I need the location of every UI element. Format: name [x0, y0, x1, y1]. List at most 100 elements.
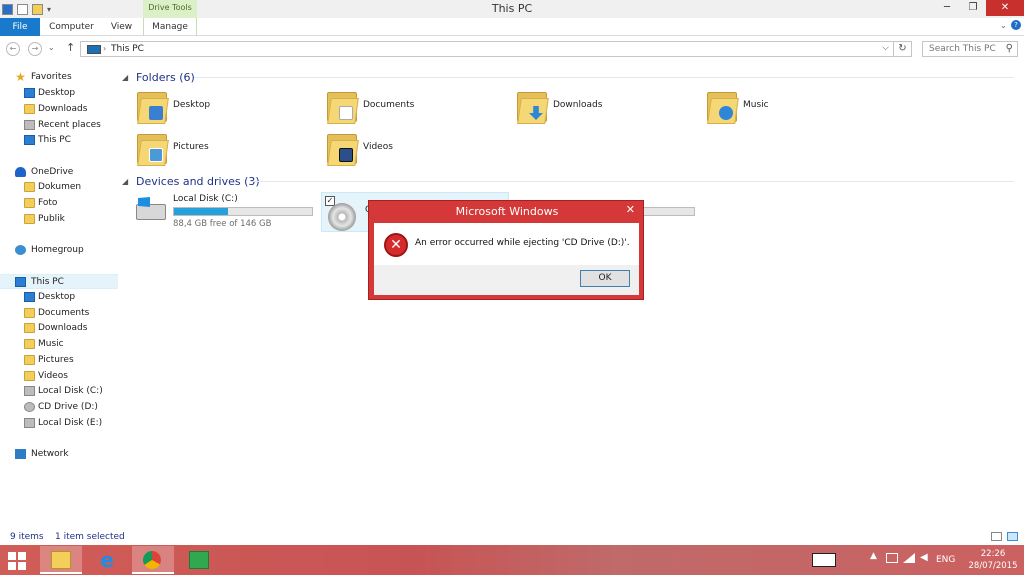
onedrive-cloud-icon	[15, 167, 26, 177]
nav-thispc[interactable]: This PC	[0, 274, 118, 289]
folder-music[interactable]: Music	[705, 88, 885, 128]
search-input[interactable]: Search This PC ⚲	[922, 41, 1018, 57]
start-button[interactable]	[8, 552, 26, 570]
address-field[interactable]: › This PC ⌵	[80, 41, 894, 57]
drive-c-free-space: 88,4 GB free of 146 GB	[173, 219, 272, 229]
nav-onedrive-dokumen[interactable]: Dokumen	[0, 180, 118, 195]
folder-downloads[interactable]: Downloads	[515, 88, 695, 128]
help-icon[interactable]: ?	[1011, 20, 1021, 30]
file-explorer-icon	[51, 551, 71, 569]
folder-desktop[interactable]: Desktop	[135, 88, 315, 128]
folder-documents[interactable]: Documents	[325, 88, 505, 128]
this-pc-icon	[87, 45, 101, 54]
internet-explorer-icon: e	[100, 548, 114, 572]
folder-videos[interactable]: Videos	[325, 130, 505, 170]
folder-icon	[24, 214, 35, 224]
new-folder-icon[interactable]	[32, 3, 43, 15]
nav-pc-videos[interactable]: Videos	[0, 369, 118, 384]
folder-icon	[24, 182, 35, 192]
forward-button[interactable]: →	[28, 42, 42, 56]
address-toolbar: ← → ⌄ ↑ › This PC ⌵ ↻ Search This PC ⚲	[0, 36, 1024, 61]
navigation-pane: ★ Favorites Desktop Downloads Recent plac…	[0, 61, 118, 529]
folder-pictures[interactable]: Pictures	[135, 130, 315, 170]
dialog-body: ✕ An error occurred while ejecting 'CD D…	[374, 223, 639, 295]
nav-pc-desktop[interactable]: Desktop	[0, 290, 118, 305]
chrome-icon	[143, 551, 161, 569]
ok-button[interactable]: OK	[580, 270, 630, 287]
drives-group-header[interactable]: ◢ Devices and drives (3)	[122, 174, 260, 188]
nav-pc-drive-d[interactable]: CD Drive (D:)	[0, 400, 118, 415]
volume-icon[interactable]: ◀	[920, 553, 932, 563]
nav-pc-documents[interactable]: Documents	[0, 306, 118, 321]
nav-fav-thispc[interactable]: This PC	[0, 133, 118, 148]
details-view-icon[interactable]	[991, 532, 1002, 541]
up-button[interactable]: ↑	[66, 41, 75, 54]
touch-keyboard-icon[interactable]	[812, 553, 836, 567]
show-hidden-icons-chevron-icon[interactable]: ▲	[870, 551, 877, 561]
tab-computer[interactable]: Computer	[44, 18, 99, 36]
input-language[interactable]: ENG	[936, 555, 955, 565]
cd-disc-icon	[328, 203, 356, 231]
nav-fav-recent[interactable]: Recent places	[0, 118, 118, 133]
hard-drive-icon	[24, 386, 35, 396]
tab-file[interactable]: File	[0, 18, 40, 36]
error-dialog: Microsoft Windows ✕ ✕ An error occurred …	[368, 200, 644, 300]
properties-icon[interactable]	[17, 3, 28, 15]
breadcrumb-chevron-icon[interactable]: ›	[103, 44, 106, 53]
recent-locations-chevron-icon[interactable]: ⌄	[48, 43, 55, 52]
nav-favorites[interactable]: ★ Favorites	[0, 70, 118, 85]
close-button[interactable]: ✕	[986, 0, 1024, 16]
refresh-button[interactable]: ↻	[894, 41, 912, 57]
folder-icon	[24, 198, 35, 208]
tab-view[interactable]: View	[104, 18, 139, 36]
folders-group-header[interactable]: ◢ Folders (6)	[122, 70, 195, 84]
nav-pc-drive-c[interactable]: Local Disk (C:)	[0, 384, 118, 399]
dialog-close-button[interactable]: ✕	[626, 201, 635, 221]
nav-onedrive-publik[interactable]: Publik	[0, 212, 118, 227]
nav-pc-pictures[interactable]: Pictures	[0, 353, 118, 368]
desktop-folder-icon	[135, 88, 169, 124]
minimize-button[interactable]: ─	[934, 0, 960, 16]
clock[interactable]: 22:26 28/07/2015	[966, 548, 1020, 572]
collapse-chevron-icon[interactable]: ◢	[122, 177, 136, 186]
tab-manage[interactable]: Manage	[143, 18, 197, 36]
taskbar-chrome[interactable]	[132, 546, 174, 574]
videos-folder-icon	[325, 130, 359, 166]
collapse-chevron-icon[interactable]: ◢	[122, 73, 136, 82]
taskbar-store[interactable]	[178, 546, 220, 574]
nav-pc-music[interactable]: Music	[0, 337, 118, 352]
pictures-icon	[24, 355, 35, 365]
taskbar-internet-explorer[interactable]: e	[86, 546, 128, 574]
large-icons-view-icon[interactable]	[1007, 532, 1018, 541]
recent-places-icon	[24, 120, 35, 130]
nav-network[interactable]: Network	[0, 447, 118, 462]
explorer-icon[interactable]	[2, 3, 13, 15]
dialog-message: An error occurred while ejecting 'CD Dri…	[415, 238, 630, 248]
search-icon: ⚲	[1005, 43, 1013, 54]
address-dropdown-icon[interactable]: ⌵	[882, 43, 889, 53]
customize-qat-chevron-icon[interactable]: ▾	[47, 5, 51, 14]
nav-homegroup[interactable]: Homegroup	[0, 243, 118, 258]
taskbar-file-explorer[interactable]	[40, 546, 82, 574]
videos-icon	[24, 371, 35, 381]
nav-onedrive-foto[interactable]: Foto	[0, 196, 118, 211]
back-button[interactable]: ←	[6, 42, 20, 56]
nav-fav-desktop[interactable]: Desktop	[0, 86, 118, 101]
desktop-icon	[24, 292, 35, 302]
search-placeholder: Search This PC	[929, 44, 996, 54]
nav-pc-downloads[interactable]: Downloads	[0, 321, 118, 336]
downloads-folder-icon	[515, 88, 549, 124]
action-center-flag-icon[interactable]	[886, 553, 898, 563]
nav-fav-downloads[interactable]: Downloads	[0, 102, 118, 117]
documents-folder-icon	[325, 88, 359, 124]
desktop-icon	[24, 88, 35, 98]
drive-c[interactable]: Local Disk (C:) 88,4 GB free of 146 GB	[134, 192, 324, 232]
expand-ribbon-icon[interactable]: ⌄	[1000, 21, 1007, 30]
nav-onedrive[interactable]: OneDrive	[0, 165, 118, 180]
quick-access-toolbar: ▾	[2, 2, 51, 16]
breadcrumb[interactable]: This PC	[111, 44, 144, 54]
maximize-button[interactable]: ❐	[960, 0, 986, 16]
nav-pc-drive-e[interactable]: Local Disk (E:)	[0, 416, 118, 431]
star-icon: ★	[15, 70, 26, 84]
ribbon-tabs: File Computer View Manage ⌄ ?	[0, 18, 1024, 36]
